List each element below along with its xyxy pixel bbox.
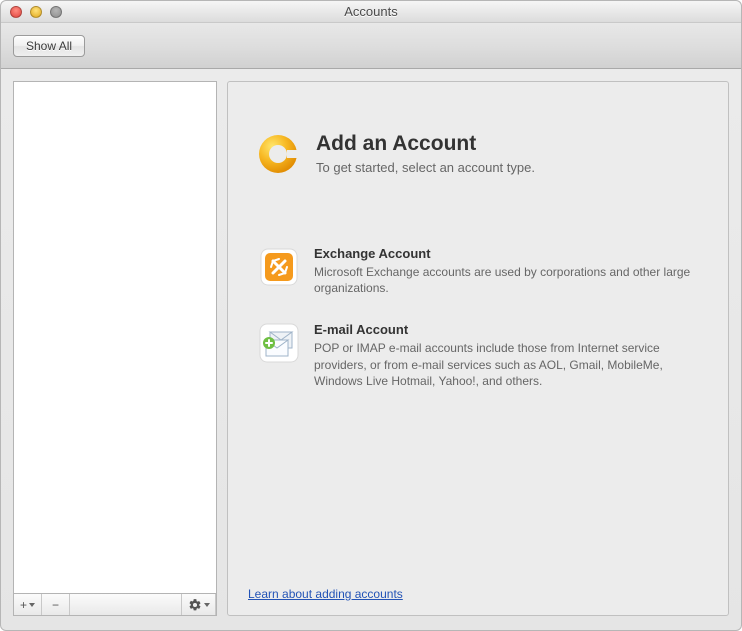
accounts-window: Accounts Show All + − xyxy=(0,0,742,631)
gear-icon xyxy=(188,598,202,612)
sidebar-footer: + − xyxy=(13,594,217,616)
account-list[interactable] xyxy=(13,81,217,594)
email-description: POP or IMAP e-mail accounts include thos… xyxy=(314,340,694,389)
exchange-icon xyxy=(258,246,300,288)
main-panel: Add an Account To get started, select an… xyxy=(227,81,729,616)
sidebar: + − xyxy=(13,81,217,616)
email-icon xyxy=(258,322,300,364)
hero-title: Add an Account xyxy=(316,132,535,156)
email-title: E-mail Account xyxy=(314,322,694,337)
plus-icon: + xyxy=(20,598,27,612)
remove-account-button[interactable]: − xyxy=(42,594,70,615)
minus-icon: − xyxy=(52,598,59,612)
hero-subtitle: To get started, select an account type. xyxy=(316,160,535,175)
hero-text: Add an Account To get started, select an… xyxy=(316,132,535,175)
exchange-description: Microsoft Exchange accounts are used by … xyxy=(314,264,694,296)
hero: Add an Account To get started, select an… xyxy=(256,132,700,176)
toolbar: Show All xyxy=(1,23,741,69)
chevron-down-icon xyxy=(204,603,210,607)
content-area: + − xyxy=(1,69,741,630)
email-account-option[interactable]: E-mail Account POP or IMAP e-mail accoun… xyxy=(256,320,700,391)
learn-about-adding-accounts-link[interactable]: Learn about adding accounts xyxy=(248,587,403,601)
show-all-label: Show All xyxy=(26,39,72,53)
outlook-icon xyxy=(256,132,300,176)
show-all-button[interactable]: Show All xyxy=(13,35,85,57)
email-text: E-mail Account POP or IMAP e-mail accoun… xyxy=(314,322,694,389)
exchange-account-option[interactable]: Exchange Account Microsoft Exchange acco… xyxy=(256,244,700,298)
settings-menu-button[interactable] xyxy=(182,594,216,615)
chevron-down-icon xyxy=(29,603,35,607)
add-account-button[interactable]: + xyxy=(14,594,42,615)
exchange-title: Exchange Account xyxy=(314,246,694,261)
titlebar: Accounts xyxy=(1,1,741,23)
window-title: Accounts xyxy=(1,4,741,19)
footer-spacer xyxy=(70,594,182,615)
exchange-text: Exchange Account Microsoft Exchange acco… xyxy=(314,246,694,296)
